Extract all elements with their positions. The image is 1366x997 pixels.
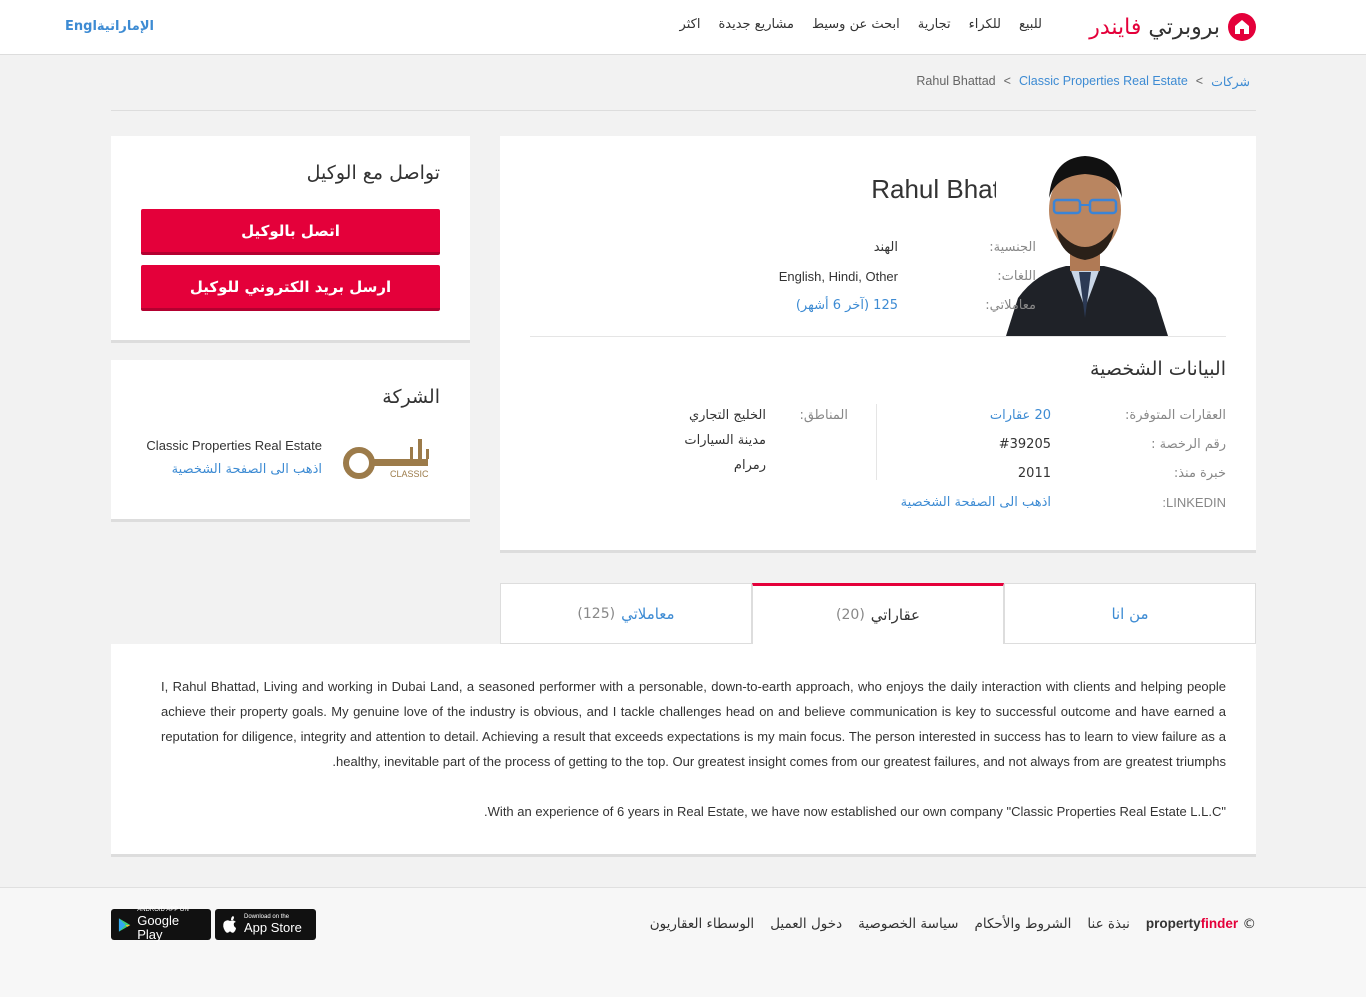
top-header: بروبرتي فايندر للبيع للكراء تجارية ابحث …: [0, 0, 1366, 55]
company-logo-text: CLASSIC: [390, 469, 429, 479]
googleplay-big-text: Google Play: [137, 913, 180, 942]
license-value: #39205: [998, 437, 1051, 452]
tab-count: (20): [836, 607, 865, 623]
company-name: Classic Properties Real Estate: [146, 438, 322, 453]
tab-count: (125): [577, 605, 616, 622]
app-store-badge[interactable]: Download on the App Store: [215, 909, 316, 940]
tab-properties[interactable]: عقاراتي (20): [752, 583, 1004, 644]
nav-item-new-projects[interactable]: مشاريع جديدة: [718, 17, 794, 32]
company-card: الشركة CLASSIC Classic Properties Real E…: [111, 360, 470, 522]
footer-brand[interactable]: © propertyfinder: [1146, 916, 1256, 932]
site-logo[interactable]: بروبرتي فايندر: [1089, 11, 1256, 43]
footer-links: © propertyfinder نبذة عنا الشروط والأحكا…: [650, 916, 1256, 932]
nav-item-commercial[interactable]: تجارية: [918, 17, 951, 32]
footer: © propertyfinder نبذة عنا الشروط والأحكا…: [0, 887, 1366, 997]
breadcrumb-separator: >: [1195, 74, 1204, 88]
home-icon: [1228, 13, 1256, 41]
tab-label: من انا: [1111, 604, 1149, 623]
nav-item-rent[interactable]: للكراء: [969, 17, 1001, 32]
breadcrumb-company[interactable]: Classic Properties Real Estate: [1019, 74, 1188, 89]
about-paragraph: "With an experience of 6 years in Real E…: [484, 804, 1226, 819]
agent-profile-card: Rahul Bhattad الجنسية: الهند اللغات: Eng…: [500, 136, 1256, 553]
area-item: مدينة السيارات: [684, 433, 766, 448]
tab-transactions[interactable]: معاملاتي (125): [500, 583, 752, 644]
languages-value: English, Hindi, Other: [778, 269, 898, 284]
nav-item-buy[interactable]: للبيع: [1019, 17, 1042, 32]
brand-name: propertyfinder: [1145, 916, 1239, 931]
tab-about[interactable]: من انا: [1004, 583, 1256, 644]
transactions-label: معاملاتي:: [985, 298, 1036, 313]
company-logo[interactable]: CLASSIC: [342, 435, 436, 487]
properties-label: العقارات المتوفرة:: [1125, 408, 1226, 423]
breadcrumb-companies[interactable]: شركات: [1211, 74, 1250, 89]
nav-item-more[interactable]: اكثر: [680, 17, 701, 32]
apple-icon: [223, 915, 236, 933]
company-title: الشركة: [382, 386, 440, 408]
email-agent-button[interactable]: ارسل بريد الكتروني للوكيل: [141, 265, 440, 311]
nationality-value: الهند: [873, 240, 898, 255]
about-paragraph: I, Rahul Bhattad, Living and working in …: [161, 679, 1226, 769]
nationality-label: الجنسية:: [989, 240, 1036, 255]
about-panel: I, Rahul Bhattad, Living and working in …: [111, 644, 1256, 857]
linkedin-link[interactable]: اذهب الى الصفحة الشخصية: [901, 495, 1051, 510]
copyright-symbol: ©: [1242, 916, 1257, 932]
footer-link-terms[interactable]: الشروط والأحكام: [974, 916, 1071, 932]
area-item: رمرام: [733, 458, 766, 473]
linkedin-label: LINKEDIN:: [1162, 495, 1226, 510]
footer-link-client-login[interactable]: دخول العميل: [770, 916, 842, 932]
profile-tabs: من انا عقاراتي (20) معاملاتي (125): [500, 583, 1256, 644]
breadcrumb-separator: >: [1003, 74, 1011, 88]
experience-value: 2011: [1017, 466, 1051, 481]
contact-title: تواصل مع الوكيل: [306, 162, 440, 184]
personal-info-title: البيانات الشخصية: [1089, 358, 1226, 380]
call-agent-button[interactable]: اتصل بالوكيل: [141, 209, 440, 255]
breadcrumb: شركات > Classic Properties Real Estate >…: [916, 74, 1250, 89]
footer-link-brokers[interactable]: الوسطاء العقاريون: [650, 916, 754, 932]
footer-link-about[interactable]: نبذة عنا: [1087, 916, 1130, 932]
tab-label: معاملاتي: [621, 604, 675, 623]
breadcrumb-current: Rahul Bhattad: [916, 74, 996, 88]
appstore-big-text: App Store: [244, 920, 302, 935]
experience-label: خبرة منذ:: [1173, 466, 1226, 481]
logo-text: بروبرتي فايندر: [1089, 14, 1220, 40]
column-divider: [876, 404, 877, 480]
areas-label: المناطق:: [799, 408, 848, 423]
language-switch[interactable]: Englالإماراتية: [65, 19, 154, 34]
transactions-link[interactable]: 125 (آخر 6 أشهر): [796, 298, 898, 313]
divider: [111, 110, 1256, 111]
license-label: رقم الرخصة :: [1151, 437, 1226, 452]
tab-label: عقاراتي: [870, 606, 920, 624]
properties-link[interactable]: 20 عقارات: [990, 408, 1051, 423]
play-icon: [118, 917, 131, 932]
company-profile-link[interactable]: اذهب الى الصفحة الشخصية: [172, 462, 322, 477]
nav-item-find-agent[interactable]: ابحث عن وسيط: [812, 17, 900, 32]
area-item: الخليج التجاري: [688, 408, 766, 423]
google-play-badge[interactable]: ANDROID APP ON Google Play: [111, 907, 211, 942]
divider: [530, 336, 1226, 337]
main-nav: للبيع للكراء تجارية ابحث عن وسيط مشاريع …: [680, 17, 1042, 32]
contact-agent-card: تواصل مع الوكيل اتصل بالوكيل ارسل بريد ا…: [111, 136, 470, 343]
footer-link-privacy[interactable]: سياسة الخصوصية: [858, 916, 958, 932]
languages-label: اللغات:: [997, 269, 1036, 284]
